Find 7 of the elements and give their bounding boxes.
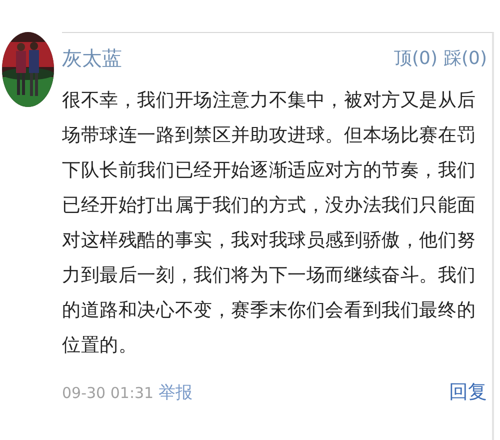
vote-link[interactable]: 顶(0) [394,46,438,70]
username[interactable]: 灰太蓝 [62,44,122,72]
comment-text: 很不幸，我们开场注意力不集中，被对方又是从后场带球连一路到禁区并助攻进球。但本场比赛在罚下队长前我们已经开始逐渐适应对方的节奏，我们已经开始打出属于我们的方式，没办法我们只能面对这样残酷的事实，我对我球员感到骄傲，他们努力到最后一刻，我们将为下一场而继续奋斗。我们的道路和决心不变，赛季末你们会看到我们最终的位置的。 [62,89,477,358]
vote-link[interactable]: 踩(0) [444,46,487,70]
report-link[interactable]: 举报 [158,382,193,402]
reply-link[interactable]: 回复 [449,379,487,405]
timestamp: 09-30 01:31 [62,384,154,402]
